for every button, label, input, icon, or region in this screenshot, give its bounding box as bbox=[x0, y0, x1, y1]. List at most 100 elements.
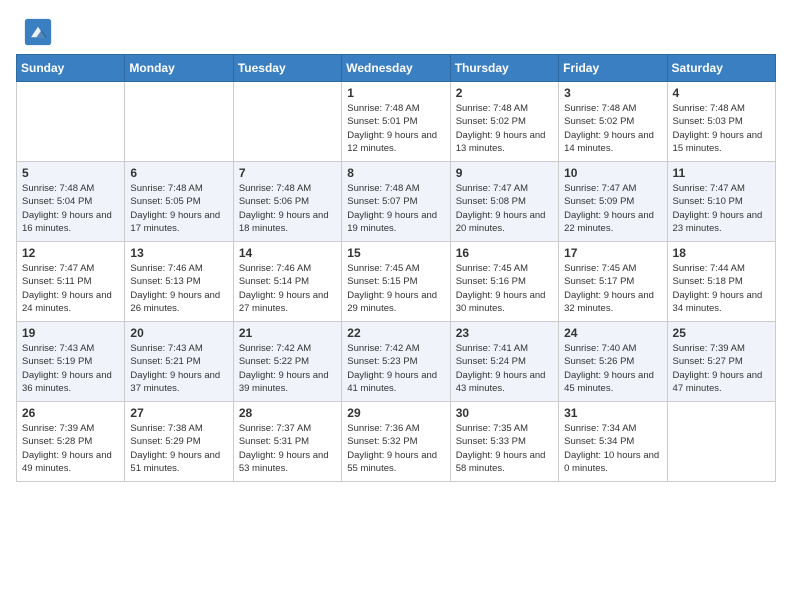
calendar-cell: 19 Sunrise: 7:43 AM Sunset: 5:19 PM Dayli… bbox=[17, 322, 125, 402]
day-content: Sunrise: 7:48 AM Sunset: 5:02 PM Dayligh… bbox=[456, 102, 553, 155]
calendar-cell: 20 Sunrise: 7:43 AM Sunset: 5:21 PM Dayli… bbox=[125, 322, 233, 402]
day-content: Sunrise: 7:48 AM Sunset: 5:07 PM Dayligh… bbox=[347, 182, 444, 235]
calendar-cell bbox=[233, 82, 341, 162]
calendar-cell: 7 Sunrise: 7:48 AM Sunset: 5:06 PM Daylig… bbox=[233, 162, 341, 242]
calendar-cell: 23 Sunrise: 7:41 AM Sunset: 5:24 PM Dayli… bbox=[450, 322, 558, 402]
day-content: Sunrise: 7:35 AM Sunset: 5:33 PM Dayligh… bbox=[456, 422, 553, 475]
calendar-cell: 4Sunrise: 7:48 AM Sunset: 5:03 PM Daylig… bbox=[667, 82, 775, 162]
calendar-header-row: SundayMondayTuesdayWednesdayThursdayFrid… bbox=[17, 55, 776, 82]
calendar-cell: 27 Sunrise: 7:38 AM Sunset: 5:29 PM Dayli… bbox=[125, 402, 233, 482]
day-header-tuesday: Tuesday bbox=[233, 55, 341, 82]
day-content: Sunrise: 7:48 AM Sunset: 5:06 PM Dayligh… bbox=[239, 182, 336, 235]
day-header-thursday: Thursday bbox=[450, 55, 558, 82]
day-content: Sunrise: 7:45 AM Sunset: 5:15 PM Dayligh… bbox=[347, 262, 444, 315]
logo bbox=[24, 18, 56, 46]
calendar-cell bbox=[17, 82, 125, 162]
day-content: Sunrise: 7:46 AM Sunset: 5:13 PM Dayligh… bbox=[130, 262, 227, 315]
calendar-cell: 22 Sunrise: 7:42 AM Sunset: 5:23 PM Dayli… bbox=[342, 322, 450, 402]
calendar-cell: 5 Sunrise: 7:48 AM Sunset: 5:04 PM Daylig… bbox=[17, 162, 125, 242]
day-number: 13 bbox=[130, 246, 227, 260]
day-content: Sunrise: 7:47 AM Sunset: 5:09 PM Dayligh… bbox=[564, 182, 661, 235]
day-number: 19 bbox=[22, 326, 119, 340]
day-number: 30 bbox=[456, 406, 553, 420]
day-number: 27 bbox=[130, 406, 227, 420]
calendar-cell bbox=[125, 82, 233, 162]
day-number: 11 bbox=[673, 166, 770, 180]
day-content: Sunrise: 7:45 AM Sunset: 5:17 PM Dayligh… bbox=[564, 262, 661, 315]
day-number: 15 bbox=[347, 246, 444, 260]
day-content: Sunrise: 7:43 AM Sunset: 5:19 PM Dayligh… bbox=[22, 342, 119, 395]
calendar-cell: 24 Sunrise: 7:40 AM Sunset: 5:26 PM Dayli… bbox=[559, 322, 667, 402]
calendar-cell: 16Sunrise: 7:45 AM Sunset: 5:16 PM Dayli… bbox=[450, 242, 558, 322]
calendar-cell: 8 Sunrise: 7:48 AM Sunset: 5:07 PM Daylig… bbox=[342, 162, 450, 242]
day-content: Sunrise: 7:41 AM Sunset: 5:24 PM Dayligh… bbox=[456, 342, 553, 395]
calendar-week-row: 12 Sunrise: 7:47 AM Sunset: 5:11 PM Dayli… bbox=[17, 242, 776, 322]
calendar-cell: 15 Sunrise: 7:45 AM Sunset: 5:15 PM Dayli… bbox=[342, 242, 450, 322]
day-number: 2 bbox=[456, 86, 553, 100]
calendar-cell: 11 Sunrise: 7:47 AM Sunset: 5:10 PM Dayli… bbox=[667, 162, 775, 242]
day-content: Sunrise: 7:34 AM Sunset: 5:34 PM Dayligh… bbox=[564, 422, 661, 475]
calendar-cell: 10Sunrise: 7:47 AM Sunset: 5:09 PM Dayli… bbox=[559, 162, 667, 242]
day-header-sunday: Sunday bbox=[17, 55, 125, 82]
day-header-friday: Friday bbox=[559, 55, 667, 82]
calendar-cell: 18Sunrise: 7:44 AM Sunset: 5:18 PM Dayli… bbox=[667, 242, 775, 322]
day-number: 20 bbox=[130, 326, 227, 340]
day-number: 28 bbox=[239, 406, 336, 420]
day-number: 21 bbox=[239, 326, 336, 340]
day-number: 24 bbox=[564, 326, 661, 340]
day-content: Sunrise: 7:47 AM Sunset: 5:11 PM Dayligh… bbox=[22, 262, 119, 315]
day-number: 9 bbox=[456, 166, 553, 180]
day-content: Sunrise: 7:43 AM Sunset: 5:21 PM Dayligh… bbox=[130, 342, 227, 395]
day-number: 23 bbox=[456, 326, 553, 340]
day-content: Sunrise: 7:48 AM Sunset: 5:02 PM Dayligh… bbox=[564, 102, 661, 155]
day-header-saturday: Saturday bbox=[667, 55, 775, 82]
day-content: Sunrise: 7:36 AM Sunset: 5:32 PM Dayligh… bbox=[347, 422, 444, 475]
calendar-cell: 26 Sunrise: 7:39 AM Sunset: 5:28 PM Dayli… bbox=[17, 402, 125, 482]
day-number: 26 bbox=[22, 406, 119, 420]
calendar-cell bbox=[667, 402, 775, 482]
day-content: Sunrise: 7:39 AM Sunset: 5:27 PM Dayligh… bbox=[673, 342, 770, 395]
day-content: Sunrise: 7:38 AM Sunset: 5:29 PM Dayligh… bbox=[130, 422, 227, 475]
day-number: 6 bbox=[130, 166, 227, 180]
calendar-cell: 14Sunrise: 7:46 AM Sunset: 5:14 PM Dayli… bbox=[233, 242, 341, 322]
day-content: Sunrise: 7:39 AM Sunset: 5:28 PM Dayligh… bbox=[22, 422, 119, 475]
day-header-wednesday: Wednesday bbox=[342, 55, 450, 82]
calendar-cell: 21 Sunrise: 7:42 AM Sunset: 5:22 PM Dayli… bbox=[233, 322, 341, 402]
calendar-cell: 12 Sunrise: 7:47 AM Sunset: 5:11 PM Dayli… bbox=[17, 242, 125, 322]
day-number: 29 bbox=[347, 406, 444, 420]
calendar-cell: 3 Sunrise: 7:48 AM Sunset: 5:02 PM Daylig… bbox=[559, 82, 667, 162]
calendar-cell: 13 Sunrise: 7:46 AM Sunset: 5:13 PM Dayli… bbox=[125, 242, 233, 322]
page-header bbox=[0, 0, 792, 54]
day-content: Sunrise: 7:48 AM Sunset: 5:05 PM Dayligh… bbox=[130, 182, 227, 235]
day-content: Sunrise: 7:42 AM Sunset: 5:22 PM Dayligh… bbox=[239, 342, 336, 395]
day-number: 12 bbox=[22, 246, 119, 260]
day-content: Sunrise: 7:40 AM Sunset: 5:26 PM Dayligh… bbox=[564, 342, 661, 395]
calendar-week-row: 26 Sunrise: 7:39 AM Sunset: 5:28 PM Dayli… bbox=[17, 402, 776, 482]
day-number: 8 bbox=[347, 166, 444, 180]
day-content: Sunrise: 7:48 AM Sunset: 5:04 PM Dayligh… bbox=[22, 182, 119, 235]
day-number: 14 bbox=[239, 246, 336, 260]
calendar-cell: 9 Sunrise: 7:47 AM Sunset: 5:08 PM Daylig… bbox=[450, 162, 558, 242]
day-number: 31 bbox=[564, 406, 661, 420]
calendar-cell: 6 Sunrise: 7:48 AM Sunset: 5:05 PM Daylig… bbox=[125, 162, 233, 242]
day-number: 17 bbox=[564, 246, 661, 260]
calendar-week-row: 19 Sunrise: 7:43 AM Sunset: 5:19 PM Dayli… bbox=[17, 322, 776, 402]
day-number: 22 bbox=[347, 326, 444, 340]
day-content: Sunrise: 7:44 AM Sunset: 5:18 PM Dayligh… bbox=[673, 262, 770, 315]
calendar-cell: 28Sunrise: 7:37 AM Sunset: 5:31 PM Dayli… bbox=[233, 402, 341, 482]
day-content: Sunrise: 7:48 AM Sunset: 5:01 PM Dayligh… bbox=[347, 102, 444, 155]
day-number: 1 bbox=[347, 86, 444, 100]
day-content: Sunrise: 7:47 AM Sunset: 5:10 PM Dayligh… bbox=[673, 182, 770, 235]
day-number: 3 bbox=[564, 86, 661, 100]
day-number: 5 bbox=[22, 166, 119, 180]
day-header-monday: Monday bbox=[125, 55, 233, 82]
day-content: Sunrise: 7:47 AM Sunset: 5:08 PM Dayligh… bbox=[456, 182, 553, 235]
day-content: Sunrise: 7:42 AM Sunset: 5:23 PM Dayligh… bbox=[347, 342, 444, 395]
day-number: 7 bbox=[239, 166, 336, 180]
calendar-table: SundayMondayTuesdayWednesdayThursdayFrid… bbox=[16, 54, 776, 482]
calendar-cell: 29 Sunrise: 7:36 AM Sunset: 5:32 PM Dayli… bbox=[342, 402, 450, 482]
logo-icon bbox=[24, 18, 52, 46]
day-number: 25 bbox=[673, 326, 770, 340]
day-number: 16 bbox=[456, 246, 553, 260]
calendar-cell: 30 Sunrise: 7:35 AM Sunset: 5:33 PM Dayli… bbox=[450, 402, 558, 482]
